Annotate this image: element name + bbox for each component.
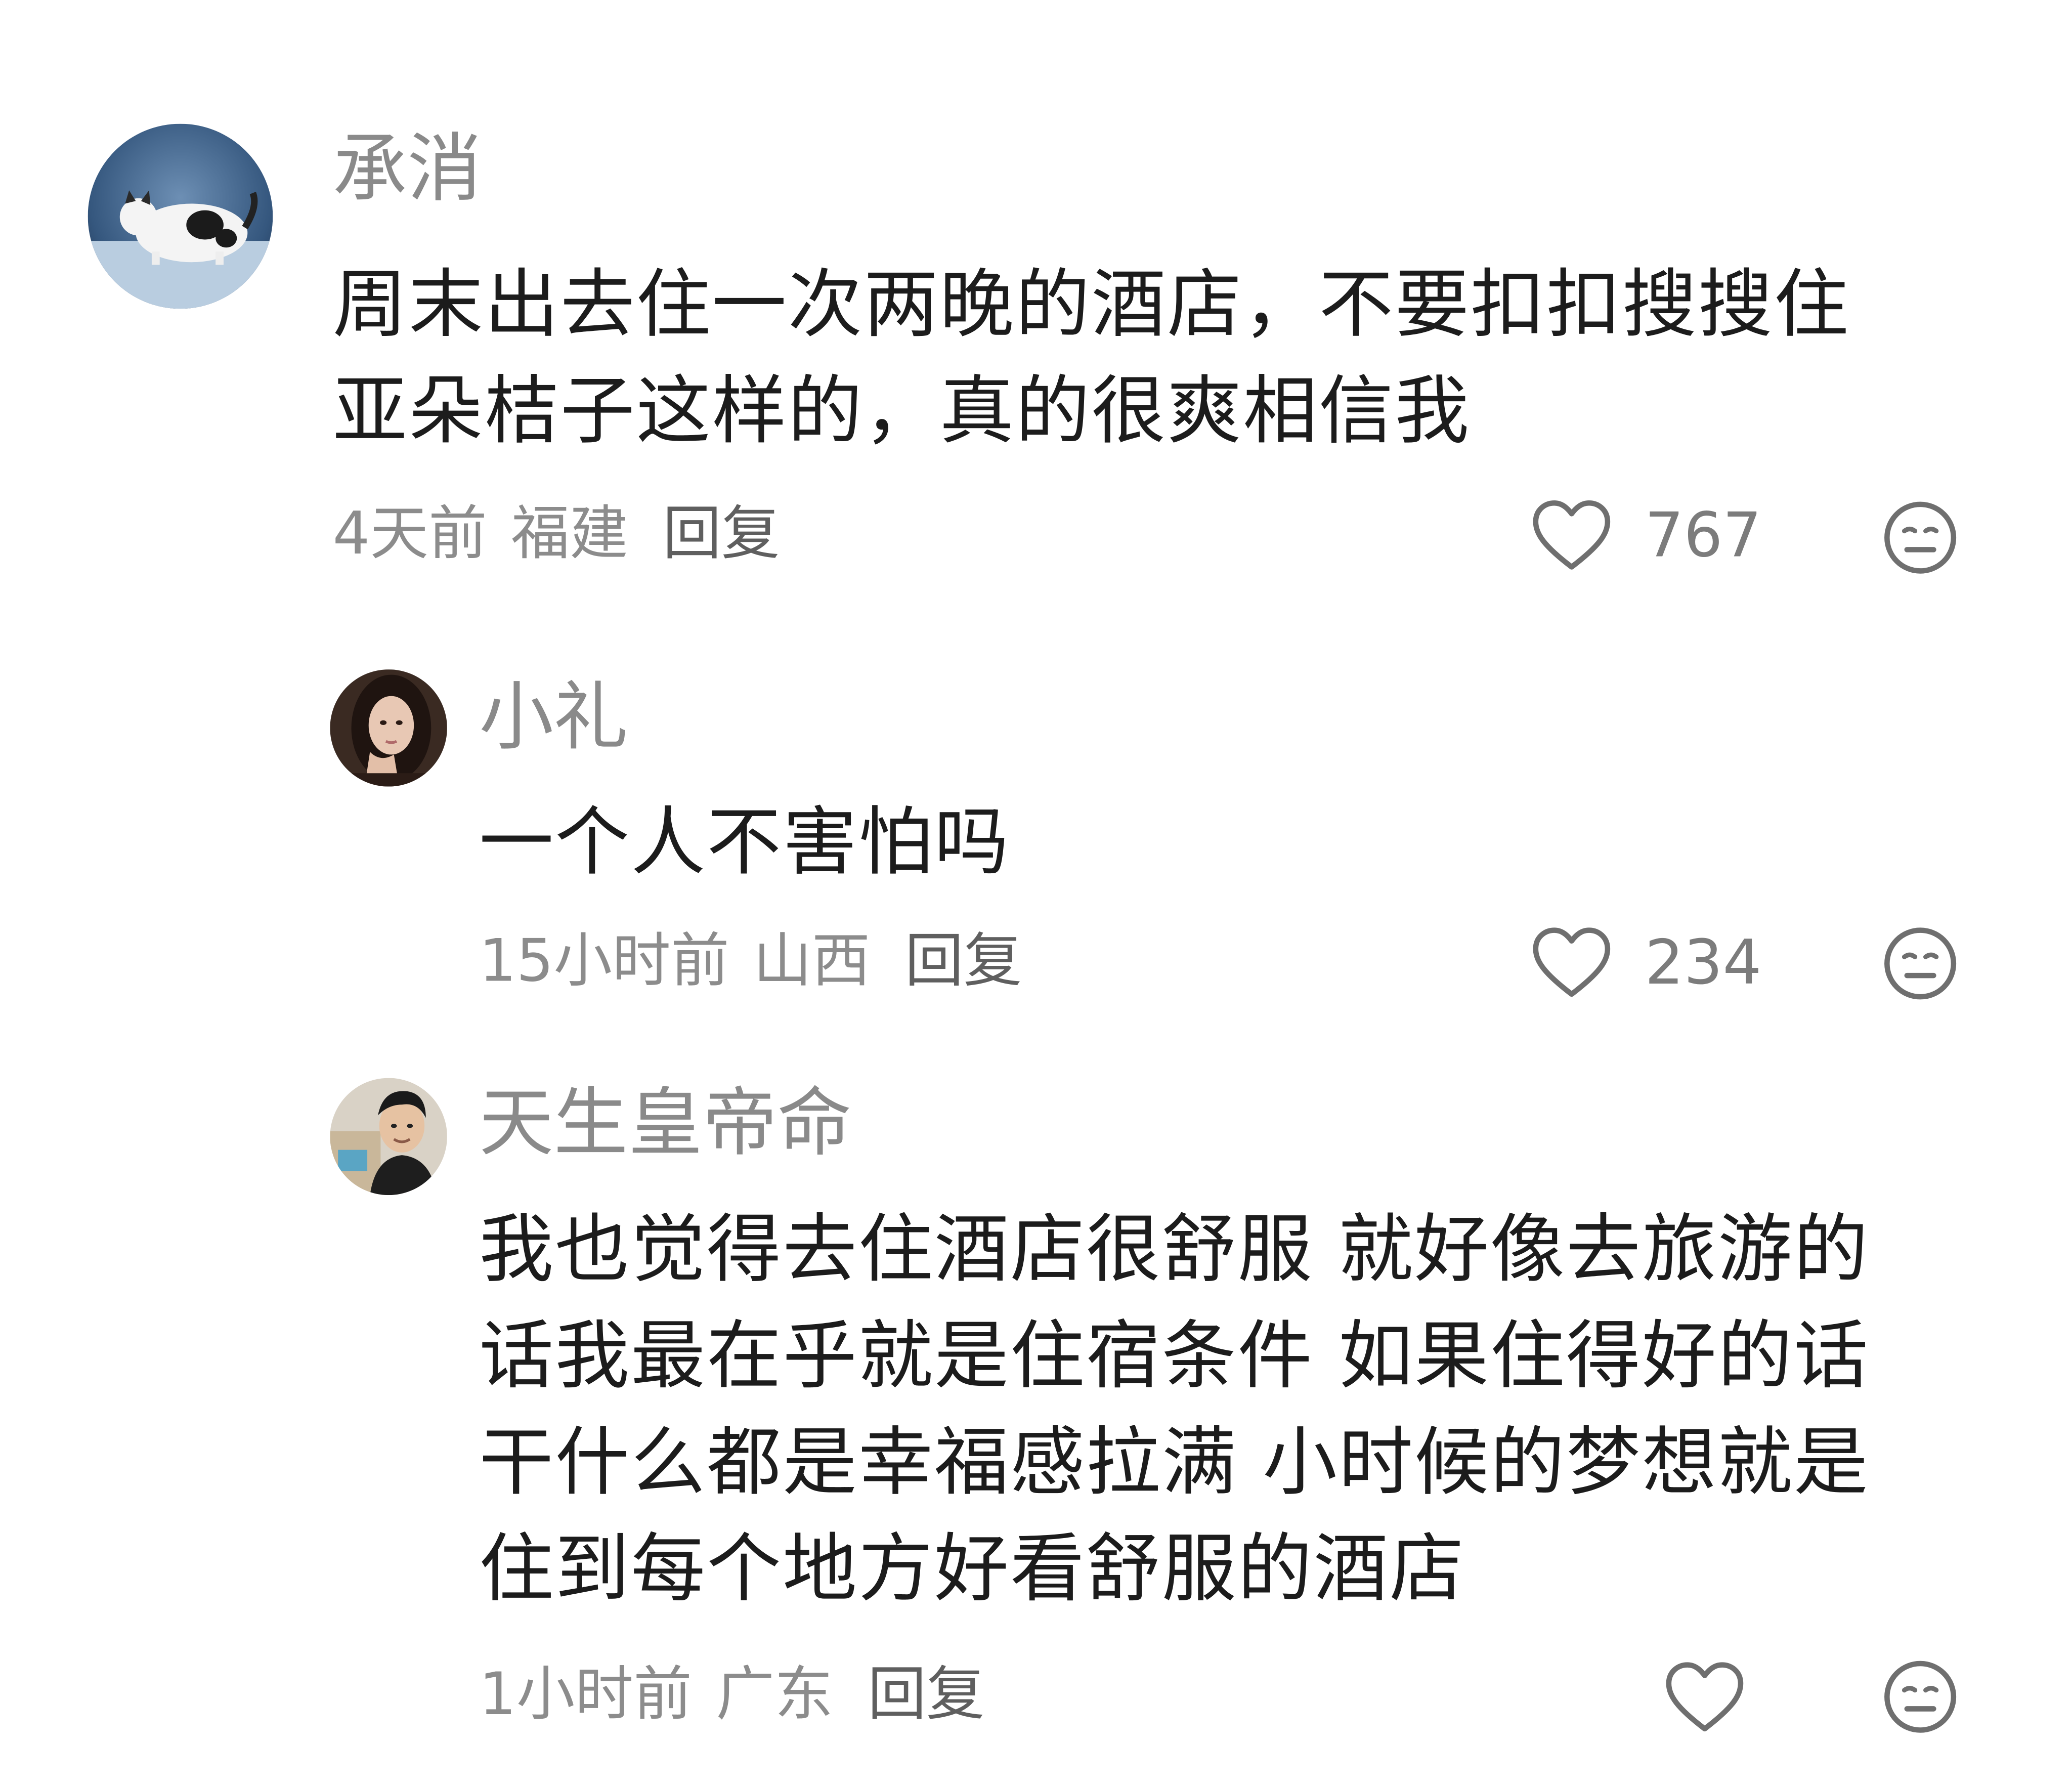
avatar[interactable]	[88, 123, 273, 309]
meh-face-icon	[1884, 927, 1957, 1000]
comment-username[interactable]: 天生皇帝命	[479, 1084, 852, 1165]
comment-content-line: 住到每个地方好看舒服的酒店	[479, 1526, 1465, 1613]
comment-time: 1小时前	[479, 1661, 692, 1729]
comment-username[interactable]: 小礼	[479, 678, 628, 759]
comment-meta: 15小时前 山西 回复	[479, 927, 1046, 996]
comment-content: 周末出去住一次两晚的酒店，不要扣扣搜搜住 亚朵桔子这样的，真的很爽相信我	[333, 253, 1850, 466]
comment-content-line: 我也觉得去住酒店很舒服 就好像去旅游的	[479, 1207, 1870, 1294]
man-photo-avatar	[330, 1078, 447, 1196]
comment-content-line: 一个人不害怕吗	[479, 799, 1010, 886]
cat-photo-avatar	[88, 123, 273, 309]
reply-button[interactable]: 回复	[663, 500, 780, 568]
comment-location: 广东	[716, 1661, 833, 1729]
dislike-button[interactable]	[1882, 925, 1959, 1002]
dislike-button[interactable]	[1882, 499, 1959, 576]
woman-photo-avatar	[330, 669, 447, 787]
reply-button[interactable]: 回复	[868, 1661, 985, 1729]
heart-outline-icon	[1533, 500, 1611, 570]
avatar[interactable]	[330, 669, 447, 787]
heart-outline-icon	[1533, 927, 1611, 997]
comment-content-line: 周末出去住一次两晚的酒店，不要扣扣搜搜住	[332, 262, 1850, 349]
comment-meta: 4天前 福建 回复	[332, 500, 804, 569]
comment-location: 山西	[753, 927, 871, 996]
dislike-button[interactable]	[1882, 1658, 1959, 1735]
heart-outline-icon	[1666, 1662, 1744, 1732]
avatar[interactable]	[330, 1078, 447, 1196]
comment-content-line: 亚朵桔子这样的，真的很爽相信我	[332, 368, 1471, 455]
comment-content-line: 干什么都是幸福感拉满 小时候的梦想就是	[479, 1420, 1870, 1507]
comment-time: 4天前	[332, 500, 487, 569]
like-button[interactable]: 767	[1530, 498, 1762, 572]
comment-username[interactable]: 承消	[333, 130, 482, 210]
comment-thread: 承消 周末出去住一次两晚的酒店，不要扣扣搜搜住 亚朵桔子这样的，真的很爽相信我 …	[0, 0, 2072, 1786]
like-count: 767	[1645, 499, 1762, 571]
meh-face-icon	[1884, 1661, 1957, 1733]
comment-content: 一个人不害怕吗	[479, 790, 1010, 897]
comment-content: 我也觉得去住酒店很舒服 就好像去旅游的 话我最在乎就是住宿条件 如果住得好的话 …	[479, 1198, 1870, 1624]
comment-location: 福建	[511, 500, 628, 569]
like-button[interactable]	[1663, 1660, 1746, 1734]
reply-button[interactable]: 回复	[905, 927, 1022, 995]
like-button[interactable]: 234	[1530, 925, 1762, 999]
comment-meta: 1小时前 广东 回复	[479, 1662, 1009, 1729]
meh-face-icon	[1884, 501, 1957, 574]
comment-content-line: 话我最在乎就是住宿条件 如果住得好的话	[479, 1313, 1870, 1400]
comment-time: 15小时前	[479, 927, 729, 996]
like-count: 234	[1645, 926, 1762, 998]
